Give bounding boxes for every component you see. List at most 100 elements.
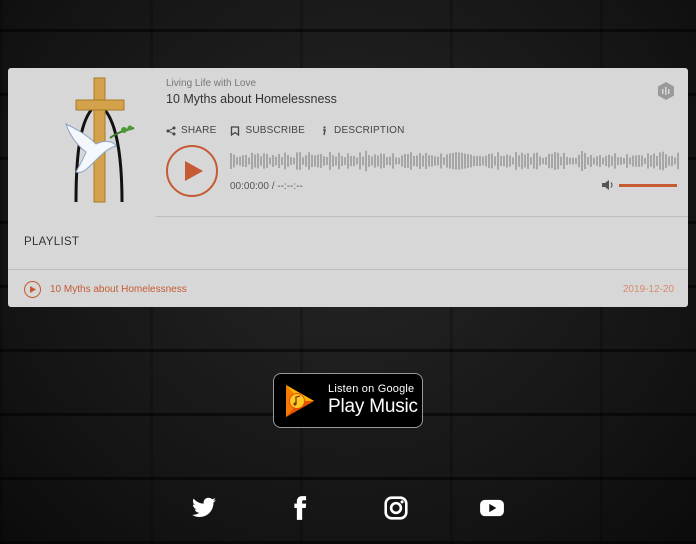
- instagram-link[interactable]: [382, 494, 410, 522]
- waveform-bar: [548, 153, 550, 169]
- divider: [8, 269, 688, 270]
- waveform-bar: [554, 152, 556, 170]
- waveform-bar: [245, 154, 247, 168]
- google-play-music-icon: [286, 384, 314, 417]
- waveform-bar: [374, 154, 376, 168]
- waveform-bar: [596, 156, 598, 166]
- waveform-bar: [614, 153, 616, 169]
- waveform-bar: [557, 152, 559, 170]
- waveform-bar: [272, 155, 274, 167]
- waveform-bar: [524, 154, 526, 168]
- facebook-icon: [294, 496, 307, 520]
- waveform-bar: [470, 154, 472, 168]
- volume-slider[interactable]: [619, 183, 677, 187]
- subscribe-button[interactable]: SUBSCRIBE: [230, 125, 305, 136]
- waveform-bar: [512, 157, 514, 165]
- waveform-bar: [260, 156, 262, 166]
- waveform-bar: [242, 155, 244, 167]
- track-title[interactable]: 10 Myths about Homelessness: [50, 284, 187, 295]
- waveform-bar: [392, 153, 394, 169]
- waveform-bar: [332, 155, 334, 167]
- waveform-bar: [230, 153, 232, 169]
- waveform-bar: [659, 152, 661, 170]
- waveform-bar: [509, 155, 511, 167]
- waveform-bar: [650, 155, 652, 167]
- waveform-bar: [434, 156, 436, 166]
- waveform-bar: [599, 155, 601, 167]
- waveform-bar: [413, 156, 415, 166]
- podcast-cover-art: [65, 77, 135, 203]
- play-button[interactable]: [166, 145, 218, 197]
- waveform-bar: [563, 153, 565, 169]
- google-play-music-badge[interactable]: Listen on Google Play Music: [273, 373, 423, 428]
- waveform-bar: [335, 156, 337, 166]
- waveform-bar: [611, 156, 613, 166]
- waveform-bar: [350, 155, 352, 167]
- waveform-bar: [347, 153, 349, 169]
- waveform-bar: [647, 153, 649, 169]
- waveform-bar: [464, 153, 466, 169]
- waveform-bar: [530, 157, 532, 165]
- waveform-bar: [305, 155, 307, 167]
- episode-meta: Living Life with Love 10 Myths about Hom…: [166, 78, 676, 106]
- waveform-bar: [620, 157, 622, 165]
- google-play-text: Listen on Google Play Music: [328, 383, 418, 418]
- share-icon: [166, 126, 176, 135]
- waveform-bar: [263, 153, 265, 169]
- waveform-bar: [665, 154, 667, 168]
- volume-control[interactable]: [602, 179, 677, 191]
- bookmark-icon: [231, 125, 240, 136]
- waveform-bar: [383, 154, 385, 168]
- waveform-bar: [485, 155, 487, 167]
- waveform-bar: [416, 155, 418, 167]
- track-play-button[interactable]: [24, 280, 41, 298]
- waveform-bar: [515, 152, 517, 170]
- waveform-bar: [371, 156, 373, 166]
- waveform-bar: [248, 157, 250, 165]
- playlist-item[interactable]: 10 Myths about Homelessness 2019-12-20: [24, 279, 674, 299]
- waveform-bar: [329, 152, 331, 170]
- podcast-host-logo-icon[interactable]: [656, 81, 676, 101]
- podcast-player: Living Life with Love 10 Myths about Hom…: [8, 68, 688, 307]
- waveform-bar: [362, 156, 364, 166]
- waveform-bar: [587, 157, 589, 165]
- waveform-bar: [236, 157, 238, 165]
- share-label: SHARE: [181, 125, 217, 136]
- google-play-big-text: Play Music: [328, 396, 418, 417]
- youtube-link[interactable]: [478, 494, 506, 522]
- playlist-heading: PLAYLIST: [24, 236, 80, 248]
- waveform-bar: [368, 155, 370, 167]
- waveform-bar: [458, 152, 460, 170]
- waveform-bar: [494, 156, 496, 166]
- waveform-bar: [380, 153, 382, 169]
- waveform-bar: [539, 156, 541, 166]
- waveform-bar: [365, 150, 367, 172]
- waveform-bar: [254, 154, 256, 168]
- waveform-bar: [533, 153, 535, 169]
- twitter-link[interactable]: [190, 494, 218, 522]
- waveform-bar: [428, 155, 430, 167]
- waveform-scrubber[interactable]: [230, 147, 680, 175]
- waveform-bar: [395, 157, 397, 165]
- waveform-bar: [308, 152, 310, 170]
- waveform-bar: [320, 153, 322, 169]
- twitter-icon: [192, 497, 216, 517]
- waveform-bar: [326, 156, 328, 166]
- volume-icon[interactable]: [602, 179, 614, 191]
- waveform-bar: [656, 155, 658, 167]
- share-button[interactable]: SHARE: [166, 125, 216, 136]
- waveform-bar: [299, 152, 301, 170]
- waveform-bar: [584, 152, 586, 170]
- waveform-bar: [338, 152, 340, 170]
- waveform-bar: [440, 153, 442, 169]
- waveform-bar: [419, 153, 421, 169]
- waveform-bar: [590, 155, 592, 167]
- description-button[interactable]: DESCRIPTION: [319, 125, 405, 136]
- waveform-bar: [317, 154, 319, 168]
- waveform-bar: [437, 156, 439, 166]
- waveform-bar: [269, 157, 271, 165]
- waveform-bar: [410, 152, 412, 170]
- waveform-bar: [668, 156, 670, 166]
- facebook-link[interactable]: [286, 494, 314, 522]
- waveform-bar: [296, 152, 298, 170]
